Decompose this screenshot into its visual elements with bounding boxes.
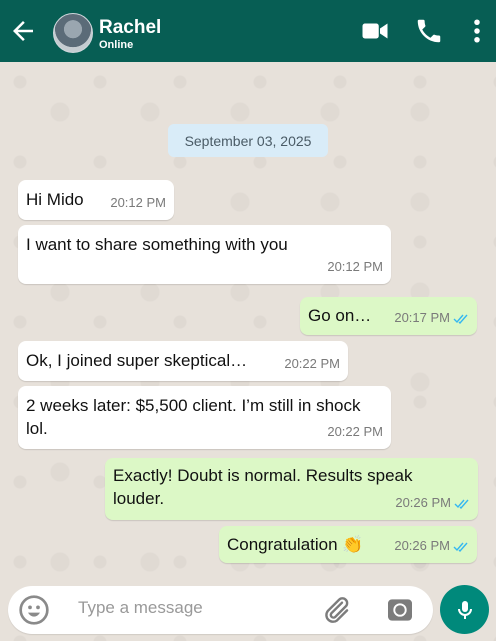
message-time: 20:22 PM xyxy=(284,356,340,371)
microphone-button[interactable] xyxy=(440,585,489,634)
phone-icon[interactable] xyxy=(414,16,444,46)
message-input-bar[interactable]: Type a message xyxy=(8,586,433,634)
message-bubble-incoming[interactable]: 2 weeks later: $5,500 client. I’m still … xyxy=(18,386,391,449)
arrow-left-icon[interactable] xyxy=(8,16,38,46)
message-time-text: 20:26 PM xyxy=(394,538,450,553)
read-receipt-icon xyxy=(453,314,468,324)
message-time: 20:22 PM xyxy=(327,424,383,439)
message-text: I want to share something with you xyxy=(26,235,288,254)
message-time: 20:17 PM xyxy=(394,306,469,329)
microphone-icon xyxy=(458,601,472,619)
message-bubble-incoming[interactable]: I want to share something with you 20:12… xyxy=(18,225,391,284)
message-input[interactable]: Type a message xyxy=(78,598,203,618)
more-vertical-icon[interactable] xyxy=(462,16,492,46)
emoji-icon[interactable] xyxy=(18,594,50,626)
chat-header: Rachel Online xyxy=(0,0,496,62)
date-chip: September 03, 2025 xyxy=(168,124,328,157)
message-bubble-incoming[interactable]: Ok, I joined super skeptical… 20:22 PM xyxy=(18,341,348,381)
contact-name[interactable]: Rachel xyxy=(99,17,161,39)
message-text: Go on… xyxy=(308,306,372,325)
message-time-text: 20:26 PM xyxy=(395,495,451,510)
message-text: Ok, I joined super skeptical… xyxy=(26,351,248,370)
avatar[interactable] xyxy=(53,13,93,53)
camera-icon[interactable] xyxy=(384,594,416,626)
paperclip-icon[interactable] xyxy=(320,594,352,626)
message-text: Exactly! Doubt is normal. Results speak … xyxy=(113,466,413,508)
message-time: 20:26 PM xyxy=(395,491,470,514)
message-time-text: 20:17 PM xyxy=(394,310,450,325)
message-text: Hi Mido xyxy=(26,190,84,209)
message-bubble-outgoing[interactable]: Exactly! Doubt is normal. Results speak … xyxy=(105,458,478,520)
message-time: 20:26 PM xyxy=(394,534,469,557)
message-time: 20:12 PM xyxy=(110,195,166,210)
message-text: Congratulation 👏 xyxy=(227,535,364,554)
message-text: 2 weeks later: $5,500 client. I’m still … xyxy=(26,396,361,438)
message-time: 20:12 PM xyxy=(327,259,383,274)
contact-status: Online xyxy=(99,39,134,51)
read-receipt-icon xyxy=(454,499,469,509)
message-bubble-incoming[interactable]: Hi Mido 20:12 PM xyxy=(18,180,174,220)
read-receipt-icon xyxy=(453,542,468,552)
message-bubble-outgoing[interactable]: Go on… 20:17 PM xyxy=(300,297,477,335)
video-camera-icon[interactable] xyxy=(360,16,390,46)
message-bubble-outgoing[interactable]: Congratulation 👏 20:26 PM xyxy=(219,526,477,563)
